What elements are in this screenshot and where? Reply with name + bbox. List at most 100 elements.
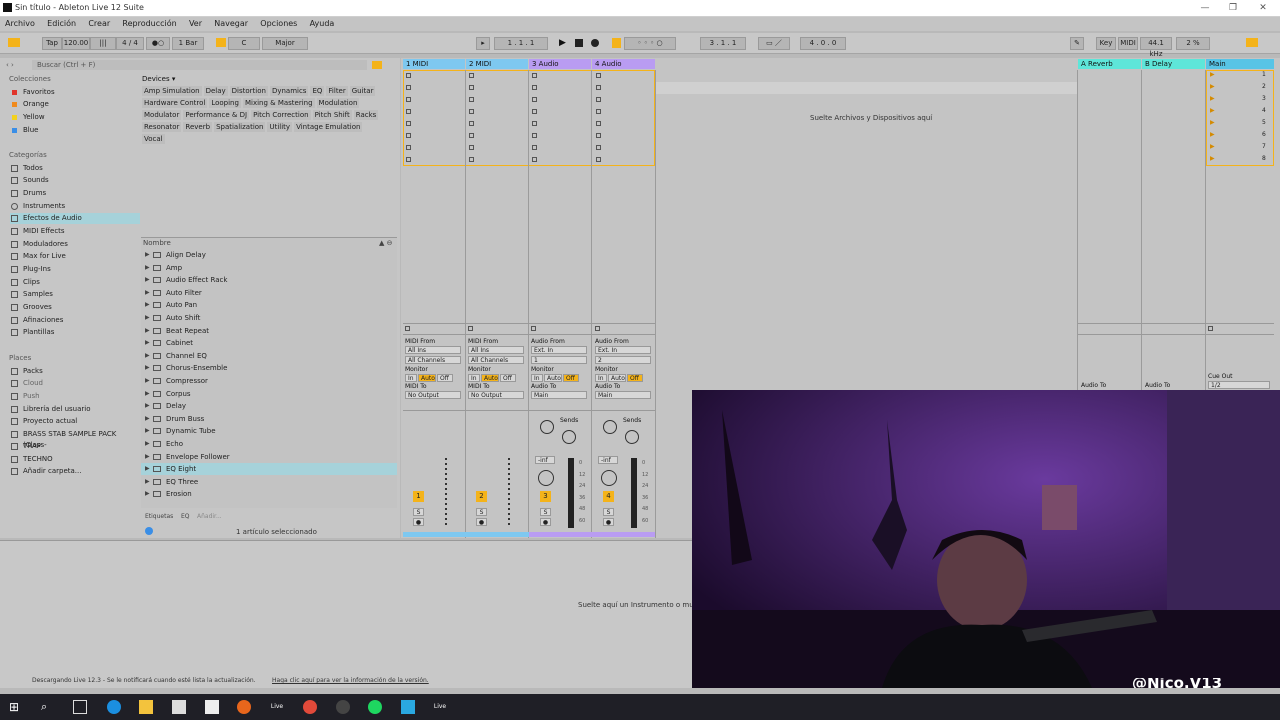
- clip-slot[interactable]: [532, 121, 537, 126]
- category-plug-ins[interactable]: Plug-Ins: [10, 264, 140, 275]
- category-efectos-de-audio[interactable]: Efectos de Audio: [10, 213, 140, 224]
- obs-icon[interactable]: [336, 700, 350, 714]
- scene-launch-icon[interactable]: ▶: [1210, 83, 1215, 90]
- list-item[interactable]: ▶ Align Delay: [141, 249, 397, 261]
- send-a-knob[interactable]: [540, 420, 554, 434]
- stop-clips-icon[interactable]: [468, 326, 473, 331]
- clip-slot[interactable]: [532, 97, 537, 102]
- tag-reverb[interactable]: Reverb: [183, 122, 213, 132]
- file-explorer-icon[interactable]: [139, 700, 153, 714]
- devices-heading[interactable]: Devices ▾: [142, 75, 397, 83]
- tap-button[interactable]: Tap: [42, 37, 62, 50]
- overdub-icon[interactable]: [612, 38, 621, 48]
- clip-slot[interactable]: [596, 97, 601, 102]
- expand-arrow-icon[interactable]: ▶: [145, 438, 150, 450]
- menu-opciones[interactable]: Opciones: [255, 17, 302, 30]
- scale-mode-icon[interactable]: [216, 38, 226, 47]
- cue-out-select[interactable]: 1/2: [1208, 381, 1270, 389]
- category-afinaciones[interactable]: Afinaciones: [10, 315, 140, 326]
- menu-reproduccion[interactable]: Reproducción: [117, 17, 181, 30]
- tag-pitch-correction[interactable]: Pitch Correction: [251, 110, 311, 120]
- clip-slot[interactable]: [596, 85, 601, 90]
- audio-to-select[interactable]: Main: [531, 391, 587, 399]
- edge-icon[interactable]: [107, 700, 121, 714]
- solo-button[interactable]: S: [603, 508, 614, 516]
- clip-slot[interactable]: [532, 85, 537, 90]
- place-techno[interactable]: TECHNO: [10, 454, 140, 465]
- stop-icon[interactable]: [575, 39, 583, 47]
- pan-knob[interactable]: [601, 470, 617, 486]
- spotify-icon[interactable]: [368, 700, 382, 714]
- list-item[interactable]: ▶ Echo: [141, 438, 397, 450]
- clip-slot[interactable]: [532, 109, 537, 114]
- metronome-icon[interactable]: ●○: [146, 37, 170, 50]
- expand-arrow-icon[interactable]: ▶: [145, 325, 150, 337]
- tag-looping[interactable]: Looping: [209, 98, 241, 108]
- scale-select[interactable]: Major: [262, 37, 308, 50]
- place-user-library[interactable]: Librería del usuario: [10, 404, 140, 415]
- scene-number[interactable]: 3: [1262, 95, 1266, 102]
- tags-add-button[interactable]: Añadir...: [197, 513, 222, 520]
- clip-slot[interactable]: [532, 133, 537, 138]
- monitor-off[interactable]: Off: [500, 374, 516, 382]
- tag-eq[interactable]: EQ: [310, 86, 325, 96]
- monitor-in[interactable]: In: [595, 374, 607, 382]
- track-activator-3[interactable]: 3: [540, 491, 551, 502]
- track-header-3[interactable]: 3 Audio: [529, 59, 591, 69]
- clip-slot[interactable]: [596, 109, 601, 114]
- monitor-off[interactable]: Off: [437, 374, 453, 382]
- arrangement-position[interactable]: 1 . 1 . 1: [494, 37, 548, 50]
- clip-slot[interactable]: [532, 73, 537, 78]
- send-b-knob[interactable]: [562, 430, 576, 444]
- windows-start-icon[interactable]: ⊞: [9, 700, 23, 714]
- monitor-off[interactable]: Off: [563, 374, 579, 382]
- category-todos[interactable]: Todos: [10, 163, 140, 174]
- stop-clips-icon[interactable]: [595, 326, 600, 331]
- solo-button[interactable]: S: [476, 508, 487, 516]
- track-header-4[interactable]: 4 Audio: [592, 59, 655, 69]
- tag-racks[interactable]: Racks: [353, 110, 379, 120]
- list-options-icon[interactable]: ▲ ⊖: [379, 239, 392, 247]
- stop-clips-icon[interactable]: [405, 326, 410, 331]
- volume-readout[interactable]: -inf: [598, 456, 618, 464]
- clip-slot[interactable]: [406, 109, 411, 114]
- category-plantillas[interactable]: Plantillas: [10, 327, 140, 338]
- tag-filter[interactable]: Filter: [326, 86, 348, 96]
- scene-launch-icon[interactable]: ▶: [1210, 143, 1215, 150]
- status-link[interactable]: Haga clic aquí para ver la información d…: [272, 677, 429, 684]
- key-map-button[interactable]: Key: [1096, 37, 1116, 50]
- tag-resonator[interactable]: Resonator: [142, 122, 182, 132]
- list-item[interactable]: ▶ Chorus-Ensemble: [141, 362, 397, 374]
- clip-slot[interactable]: [406, 73, 411, 78]
- place-push[interactable]: Push: [10, 391, 140, 402]
- monitor-auto[interactable]: Auto: [544, 374, 562, 382]
- close-icon[interactable]: ✕: [1248, 1, 1278, 15]
- quantize-select[interactable]: 1 Bar: [172, 37, 204, 50]
- place-trap[interactable]: TRAP: [10, 441, 140, 452]
- store-icon[interactable]: [172, 700, 186, 714]
- draw-mode-icon[interactable]: ▭ ／: [758, 37, 790, 50]
- arm-icon[interactable]: ●: [603, 518, 614, 526]
- scene-number[interactable]: 7: [1262, 143, 1266, 150]
- category-instruments[interactable]: Instruments: [10, 201, 140, 212]
- scene-launch-icon[interactable]: ▶: [1210, 119, 1215, 126]
- list-item[interactable]: ▶ Dynamic Tube: [141, 425, 397, 437]
- collection-blue[interactable]: Blue: [10, 125, 140, 136]
- clip-slot[interactable]: [469, 145, 474, 150]
- list-item[interactable]: ▶ Auto Pan: [141, 299, 397, 311]
- monitor-off[interactable]: Off: [627, 374, 643, 382]
- tag-vocal[interactable]: Vocal: [142, 134, 165, 144]
- list-item[interactable]: ▶ EQ Eight: [141, 463, 397, 476]
- search-icon[interactable]: ⌕: [41, 700, 55, 714]
- tag-dynamics[interactable]: Dynamics: [269, 86, 309, 96]
- place-cloud[interactable]: Cloud: [10, 378, 140, 389]
- clip-slot[interactable]: [596, 121, 601, 126]
- category-sounds[interactable]: Sounds: [10, 175, 140, 186]
- expand-arrow-icon[interactable]: ▶: [145, 388, 150, 400]
- tempo-field[interactable]: 120.00: [62, 37, 90, 50]
- expand-arrow-icon[interactable]: ▶: [145, 299, 150, 311]
- chrome-icon[interactable]: [303, 700, 317, 714]
- expand-arrow-icon[interactable]: ▶: [145, 274, 150, 286]
- send-b-knob[interactable]: [625, 430, 639, 444]
- collection-yellow[interactable]: Yellow: [10, 112, 140, 123]
